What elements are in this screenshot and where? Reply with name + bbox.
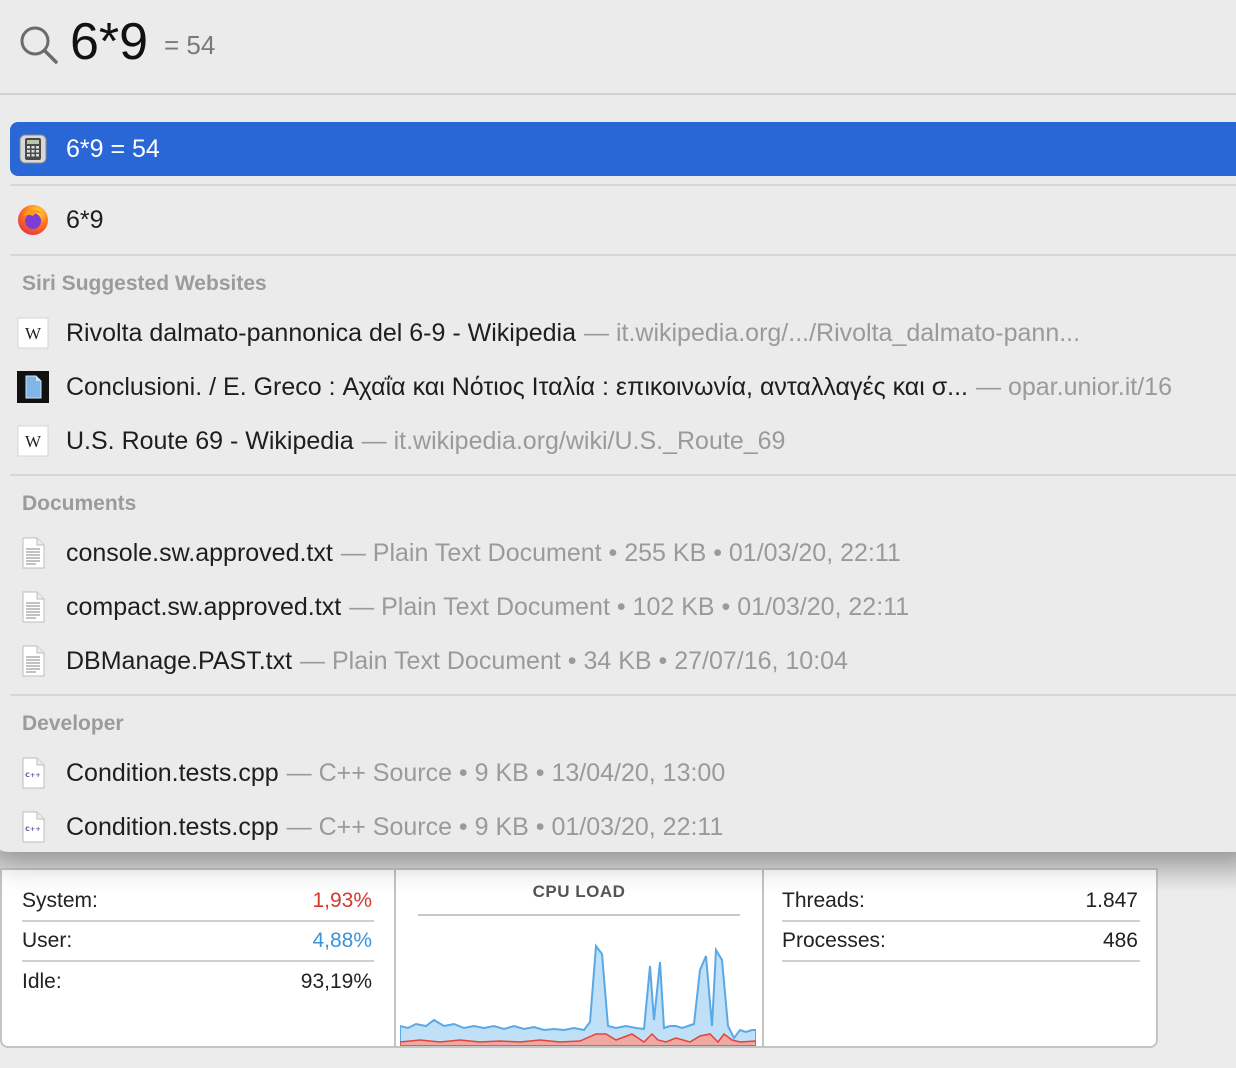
firefox-icon [16,203,50,237]
cpu-load-chart [400,943,756,1046]
threads-row: Threads: 1.847 [782,882,1140,922]
website-title: Conclusioni. / E. Greco : Αχαΐα και Νότι… [66,372,969,401]
search-input[interactable]: 6*9 [70,12,148,72]
website-url: — opar.unior.it/16 [976,372,1172,401]
website-result[interactable]: W Rivolta dalmato-pannonica del 6-9 - Wi… [10,306,1236,360]
website-result[interactable]: W U.S. Route 69 - Wikipedia — it.wikiped… [10,414,1236,468]
inline-calculation-result: = 54 [164,30,216,60]
developer-file-name: Condition.tests.cpp [66,758,279,787]
document-details: — Plain Text Document • 102 KB • 01/03/2… [349,592,910,621]
cpp-file-icon: C++ [16,810,50,844]
website-title: U.S. Route 69 - Wikipedia [66,426,354,455]
text-file-icon [16,644,50,678]
threads-value: 1.847 [1085,889,1138,912]
user-label: User: [22,929,73,952]
document-details: — Plain Text Document • 34 KB • 27/07/16… [300,646,848,675]
user-row: User: 4,88% [22,922,374,962]
text-file-icon [16,590,50,624]
section-header-siri-websites: Siri Suggested Websites [22,272,267,295]
spotlight-window: 6*9 = 54 6*9 = 54 6*9 Siri Suggested Web… [0,0,1236,852]
processes-value: 486 [1102,929,1138,952]
website-title: Rivolta dalmato-pannonica del 6-9 - Wiki… [66,318,576,347]
divider [10,254,1236,256]
idle-value: 93,19% [300,970,372,993]
divider [10,694,1236,696]
cpu-load-graph: CPU LOAD [396,870,764,1046]
document-name: console.sw.approved.txt [66,538,333,567]
idle-label: Idle: [22,970,62,993]
graph-divider [418,914,740,916]
website-result[interactable]: Conclusioni. / E. Greco : Αχαΐα και Νότι… [10,360,1236,414]
developer-result[interactable]: C++ Condition.tests.cpp — C++ Source • 9… [10,800,1236,852]
system-label: System: [22,889,98,912]
developer-file-details: — C++ Source • 9 KB • 01/03/20, 22:11 [286,812,724,841]
text-file-icon [16,536,50,570]
divider [10,474,1236,476]
cpu-percentages: System: 1,93% User: 4,88% Idle: 93,19% [2,870,396,1046]
developer-file-details: — C++ Source • 9 KB • 13/04/20, 13:00 [286,758,726,787]
svg-text:W: W [25,324,42,343]
wikipedia-icon: W [16,316,50,350]
processes-row: Processes: 486 [782,922,1140,962]
calculator-icon [16,132,50,166]
user-load-area [400,943,756,1046]
search-bar[interactable]: 6*9 = 54 [0,0,1236,95]
developer-result[interactable]: C++ Condition.tests.cpp — C++ Source • 9… [10,746,1236,800]
developer-file-name: Condition.tests.cpp [66,812,279,841]
firefox-search-result[interactable]: 6*9 [10,193,1236,247]
user-value: 4,88% [312,929,372,952]
website-url: — it.wikipedia.org/wiki/U.S._Route_69 [361,426,786,455]
document-result[interactable]: DBManage.PAST.txt — Plain Text Document … [10,634,1236,688]
processes-label: Processes: [782,929,886,952]
svg-text:C++: C++ [25,771,41,779]
system-row: System: 1,93% [22,882,374,922]
document-result[interactable]: console.sw.approved.txt — Plain Text Doc… [10,526,1236,580]
top-hit-result[interactable]: 6*9 = 54 [10,122,1236,176]
idle-row: Idle: 93,19% [22,962,374,1002]
document-name: compact.sw.approved.txt [66,592,342,621]
section-header-documents: Documents [22,492,137,515]
search-icon [20,26,58,64]
firefox-search-label: 6*9 [66,205,104,234]
document-details: — Plain Text Document • 255 KB • 01/03/2… [340,538,901,567]
document-name: DBManage.PAST.txt [66,646,293,675]
section-header-developer: Developer [22,712,124,735]
divider [10,184,1236,186]
svg-text:W: W [25,432,42,451]
svg-text:C++: C++ [25,825,41,833]
wikipedia-icon: W [16,424,50,458]
thread-process-counts: Threads: 1.847 Processes: 486 [764,870,1156,1046]
cpp-file-icon: C++ [16,756,50,790]
website-url: — it.wikipedia.org/.../Rivolta_dalmato-p… [584,318,1081,347]
top-hit-label: 6*9 = 54 [66,134,160,163]
system-value: 1,93% [312,889,372,912]
document-result[interactable]: compact.sw.approved.txt — Plain Text Doc… [10,580,1236,634]
threads-label: Threads: [782,889,865,912]
document-icon [16,370,50,404]
cpu-summary-panel: System: 1,93% User: 4,88% Idle: 93,19% C… [0,868,1158,1048]
cpu-load-title: CPU LOAD [532,882,626,901]
